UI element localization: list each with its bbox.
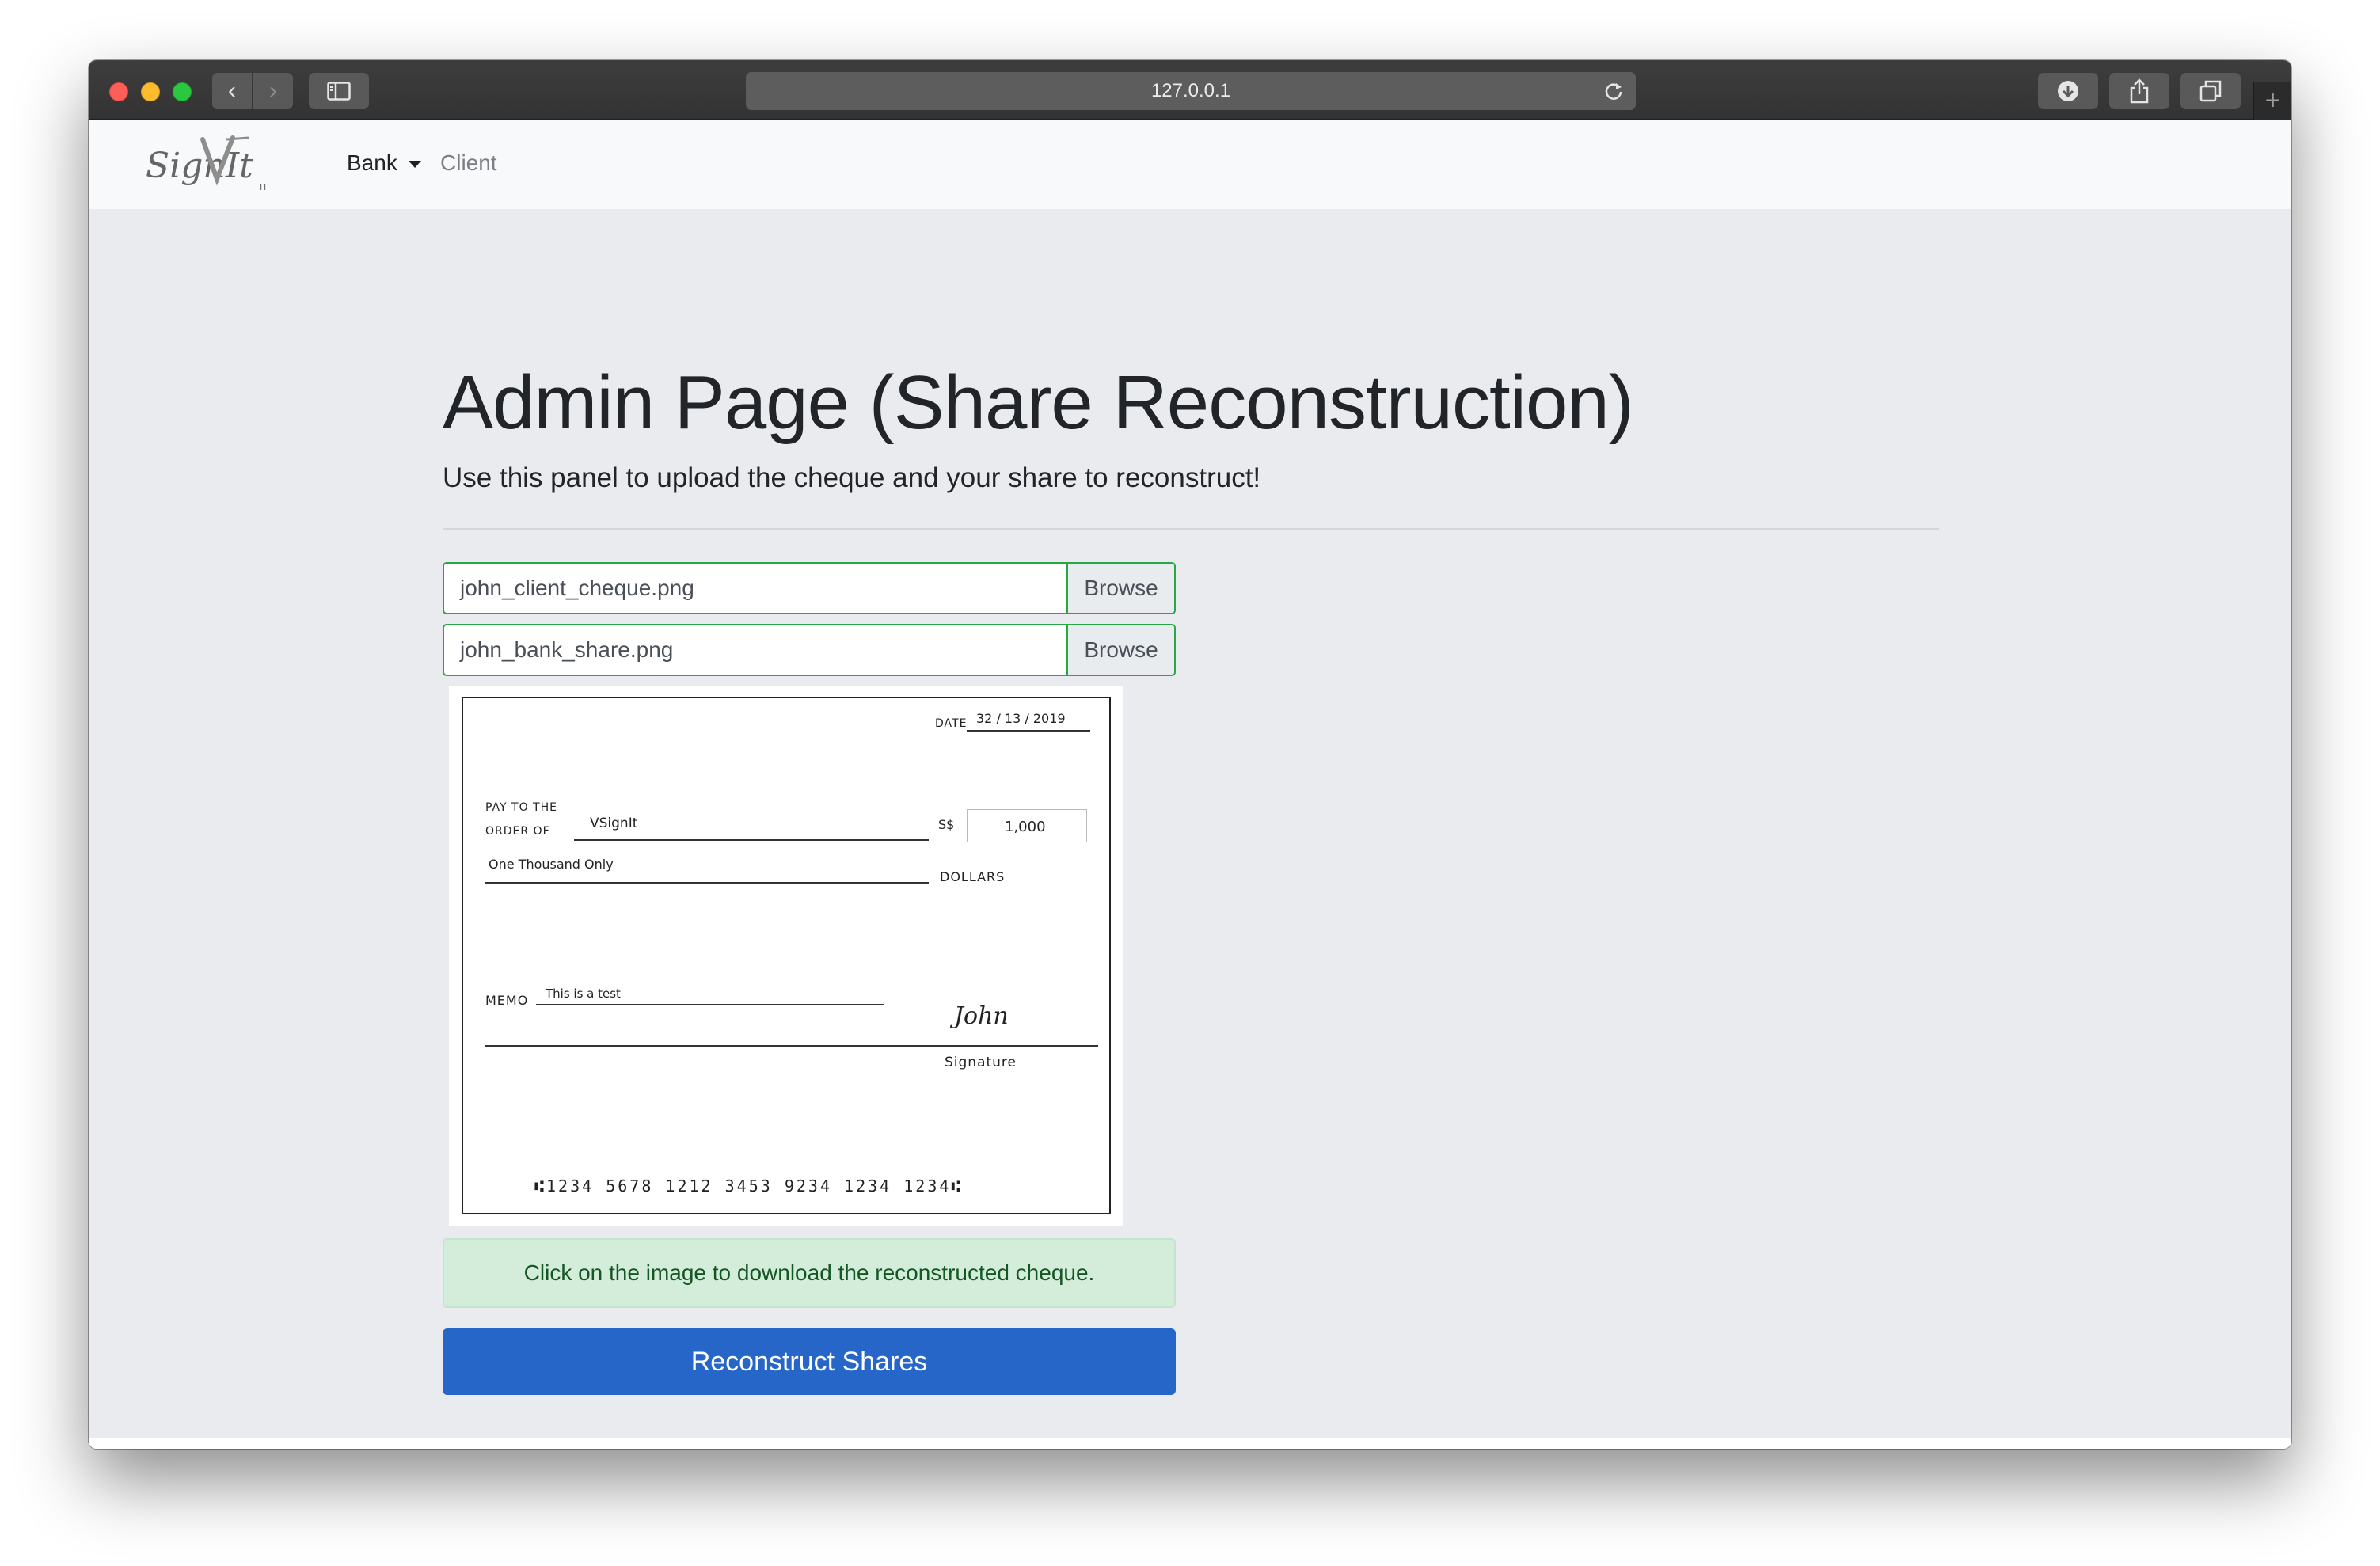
sidebar-toggle-button[interactable]: [309, 73, 369, 109]
minimize-window-button[interactable]: [141, 82, 160, 101]
tab-overview-button[interactable]: [2180, 73, 2241, 109]
nav-bank-label: Bank: [347, 150, 397, 175]
sidebar-icon: [327, 82, 351, 101]
zoom-window-button[interactable]: [173, 82, 192, 101]
cheque-file-input[interactable]: john_client_cheque.png Browse: [443, 562, 1176, 614]
share-file-input[interactable]: john_bank_share.png Browse: [443, 624, 1176, 676]
share-file-name: john_bank_share.png: [460, 637, 674, 662]
cheque: DATE 32 / 13 / 2019 PAY TO THE ORDER OF …: [462, 697, 1111, 1214]
share-button[interactable]: [2109, 73, 2169, 109]
reconstruct-shares-button[interactable]: Reconstruct Shares: [443, 1328, 1176, 1395]
share-icon: [2130, 78, 2149, 104]
page-title: Admin Page (Share Reconstruction): [443, 360, 1634, 445]
browser-window: ‹ › 127.0.0.1 + SignIt IT Bank Client Ad…: [89, 60, 2291, 1449]
new-tab-button[interactable]: +: [2253, 82, 2291, 120]
page-lead: Use this panel to upload the cheque and …: [443, 462, 1261, 493]
chevron-left-icon: ‹: [228, 78, 236, 104]
cheque-order-of-label: ORDER OF: [485, 825, 550, 838]
reload-icon[interactable]: [1603, 80, 1625, 102]
download-hint-alert: Click on the image to download the recon…: [443, 1238, 1176, 1308]
cheque-date-value: 32 / 13 / 2019: [976, 711, 1066, 726]
plus-icon: +: [2264, 86, 2281, 116]
download-icon: [2058, 81, 2078, 101]
cheque-dollars-label: DOLLARS: [940, 869, 1006, 884]
cheque-payee: VSignIt: [590, 815, 638, 831]
cheque-memo-value: This is a test: [546, 986, 621, 1001]
cheque-pay-to-label: PAY TO THE: [485, 801, 557, 814]
cheque-amount: 1,000: [1005, 819, 1046, 835]
caret-down-icon: [408, 160, 421, 168]
alert-text: Click on the image to download the recon…: [523, 1260, 1095, 1285]
reconstructed-cheque-image[interactable]: DATE 32 / 13 / 2019 PAY TO THE ORDER OF …: [449, 686, 1123, 1226]
address-bar[interactable]: 127.0.0.1: [746, 72, 1636, 110]
downloads-button[interactable]: [2038, 73, 2098, 109]
window-bottom-strip: [89, 1438, 2291, 1449]
svg-text:SignIt: SignIt: [146, 146, 253, 186]
url-text: 127.0.0.1: [1150, 80, 1231, 101]
cheque-currency: S$: [938, 817, 955, 832]
back-button[interactable]: ‹: [212, 73, 252, 109]
tabs-icon: [2199, 80, 2222, 102]
cheque-signature: John: [954, 1002, 1009, 1030]
nav-bank-dropdown[interactable]: Bank: [347, 150, 421, 176]
nav-client-link[interactable]: Client: [440, 150, 497, 176]
share-browse-button[interactable]: Browse: [1066, 625, 1174, 675]
cheque-signature-label: Signature: [945, 1055, 1017, 1070]
divider: [443, 528, 1939, 530]
cheque-date-label: DATE: [935, 717, 968, 730]
cheque-browse-button[interactable]: Browse: [1066, 564, 1174, 613]
svg-text:IT: IT: [260, 182, 268, 192]
cheque-micr-line: ⑆1234 5678 1212 3453 9234 1234 1234⑆: [534, 1176, 964, 1195]
brand-logo[interactable]: SignIt IT: [144, 135, 279, 195]
chevron-right-icon: ›: [269, 78, 277, 104]
close-window-button[interactable]: [109, 82, 128, 101]
cheque-file-name: john_client_cheque.png: [460, 576, 694, 600]
cheque-memo-label: MEMO: [485, 993, 529, 1008]
title-bar: ‹ › 127.0.0.1 +: [89, 60, 2291, 120]
navbar: SignIt IT Bank Client: [89, 120, 2291, 209]
forward-button[interactable]: ›: [253, 73, 293, 109]
cheque-amount-words: One Thousand Only: [489, 857, 614, 872]
